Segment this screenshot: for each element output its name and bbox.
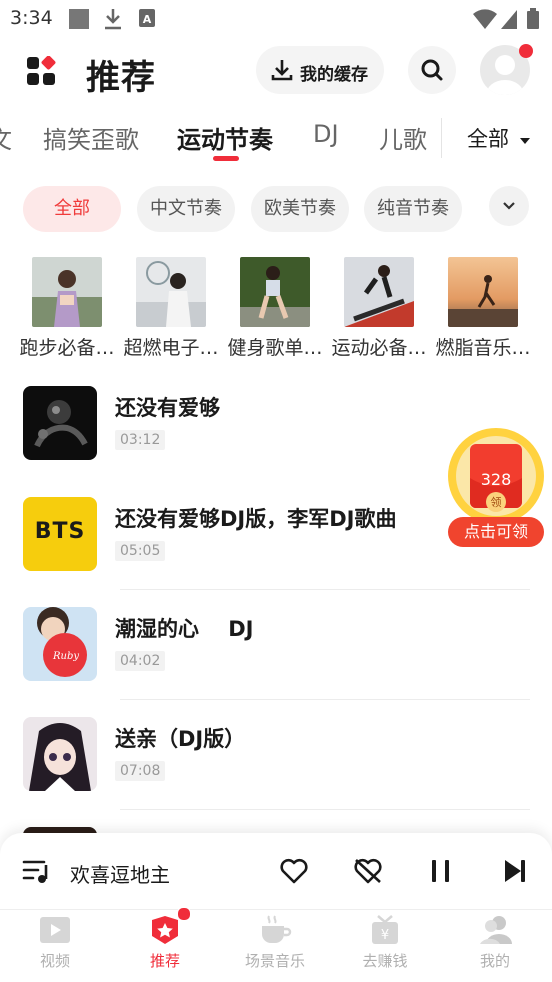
app-grid-icon[interactable] <box>26 56 56 86</box>
claim-button[interactable]: 点击可领 <box>448 517 544 547</box>
nav-label: 推荐 <box>149 952 180 970</box>
song-title: 潮湿的心 DJ <box>115 617 254 641</box>
nav-label: 我的 <box>479 952 510 970</box>
coffee-icon <box>262 915 292 943</box>
svg-text:A: A <box>143 13 152 26</box>
song-duration: 04:02 <box>115 651 166 671</box>
active-tab-indicator <box>213 156 239 161</box>
red-packet-widget[interactable]: 328 领 点击可领 <box>446 426 546 548</box>
nav-earn-money[interactable]: ¥ 去赚钱 <box>330 910 440 982</box>
red-packet-badge: 领 <box>490 496 502 509</box>
playlist-name: 健身歌单… <box>227 337 323 359</box>
nav-badge-dot <box>177 907 191 921</box>
chip-western-rhythm[interactable]: 欧美节奏 <box>251 186 349 232</box>
playlist-name: 运动必备… <box>331 337 427 359</box>
chip-chinese-rhythm[interactable]: 中文节奏 <box>137 186 235 232</box>
tab-funny-songs[interactable]: 搞笑歪歌 <box>43 120 139 155</box>
svg-text:¥: ¥ <box>381 928 389 943</box>
nav-recommend[interactable]: 推荐 <box>110 907 220 982</box>
status-bar: 3:34 A <box>0 0 552 36</box>
tab-category-0[interactable]: 文 <box>0 120 12 155</box>
mini-player[interactable]: 欢喜逗地主 <box>0 833 552 909</box>
row-divider <box>120 589 530 590</box>
song-duration: 03:12 <box>115 430 166 450</box>
download-icon <box>271 60 293 81</box>
signal-icon <box>501 10 517 29</box>
row-divider <box>120 809 530 810</box>
nav-label: 去赚钱 <box>362 952 408 970</box>
app-a-icon: A <box>139 9 155 27</box>
song-cover: Ruby <box>23 607 97 681</box>
tab-kids-songs[interactable]: 儿歌 <box>379 120 427 155</box>
tab-divider <box>441 118 442 158</box>
playlist-cover <box>344 257 414 327</box>
battery-icon <box>527 8 539 29</box>
playlist-cover <box>136 257 206 327</box>
tab-dj[interactable]: DJ <box>313 120 339 148</box>
nav-label: 视频 <box>39 952 70 970</box>
playlist-name: 燃脂音乐… <box>435 337 531 359</box>
nav-video[interactable]: 视频 <box>0 910 110 982</box>
all-categories-label: 全部 <box>467 127 509 151</box>
caret-down-icon <box>519 138 530 144</box>
nav-scene-music[interactable]: 场景音乐 <box>220 910 330 982</box>
notification-square-icon <box>69 9 89 29</box>
next-track-icon[interactable] <box>502 858 528 884</box>
song-title: 还没有爱够DJ版，李军DJ歌曲 <box>115 507 397 531</box>
now-playing-title: 欢喜逗地主 <box>70 863 170 887</box>
playlist-name: 超燃电子… <box>123 337 219 359</box>
gift-icon: ¥ <box>372 915 398 944</box>
song-title: 还没有爱够 <box>115 396 220 420</box>
chips-expand-button[interactable] <box>489 186 529 226</box>
red-packet-amount: 328 <box>480 470 512 489</box>
my-cache-label: 我的缓存 <box>300 65 368 85</box>
page-title: 推荐 <box>86 58 156 98</box>
video-icon <box>40 917 70 943</box>
tab-sport-rhythm[interactable]: 运动节奏 <box>177 120 273 155</box>
my-cache-button[interactable]: 我的缓存 <box>256 46 384 94</box>
heart-icon[interactable] <box>279 857 309 885</box>
status-time: 3:34 <box>10 7 53 29</box>
song-row[interactable]: Ruby 潮湿的心 DJ 04:02 <box>0 607 552 717</box>
song-title: 送亲（DJ版） <box>115 727 246 751</box>
chip-all[interactable]: 全部 <box>23 186 121 232</box>
chevron-down-icon <box>503 202 515 210</box>
search-button[interactable] <box>408 46 456 94</box>
playlist-cover <box>32 257 102 327</box>
chip-instrumental-rhythm[interactable]: 纯音节奏 <box>364 186 462 232</box>
dislike-heart-icon[interactable] <box>353 857 383 885</box>
bottom-navigation: 视频 推荐 场景音乐 ¥ 去赚钱 我的 <box>0 907 552 982</box>
playlist-queue-icon[interactable] <box>22 859 52 885</box>
song-row[interactable]: 送亲（DJ版） 07:08 <box>0 717 552 827</box>
row-divider <box>120 699 530 700</box>
download-icon <box>105 9 121 30</box>
playlist-cover <box>240 257 310 327</box>
recommend-icon <box>152 916 178 944</box>
song-duration: 05:05 <box>115 541 166 561</box>
pause-icon[interactable] <box>429 858 453 884</box>
song-cover: BTS <box>23 497 97 571</box>
song-duration: 07:08 <box>115 761 166 781</box>
nav-label: 场景音乐 <box>244 952 305 970</box>
all-categories-button[interactable]: 全部 <box>467 123 531 153</box>
wifi-icon <box>473 9 497 29</box>
notification-dot <box>519 44 533 58</box>
song-cover <box>23 386 97 460</box>
profile-icon <box>480 916 512 944</box>
playlist-cover <box>448 257 518 327</box>
search-icon <box>421 59 443 81</box>
playlist-name: 跑步必备… <box>19 337 115 359</box>
cover-text: Ruby <box>52 651 80 662</box>
song-cover <box>23 717 97 791</box>
nav-profile[interactable]: 我的 <box>440 910 550 982</box>
cover-text: BTS <box>34 519 86 544</box>
